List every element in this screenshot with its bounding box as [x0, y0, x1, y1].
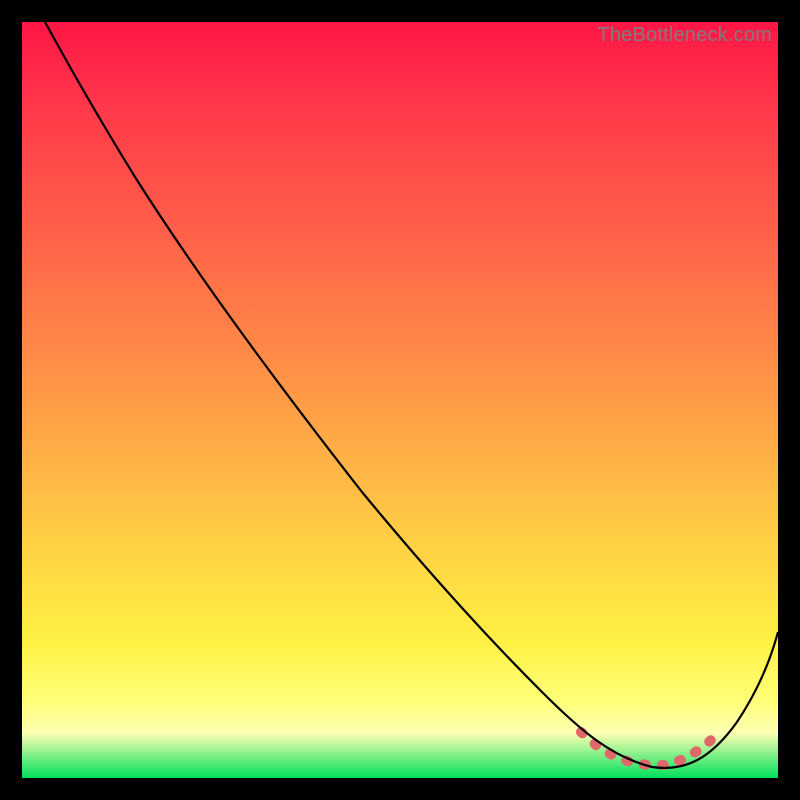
- chart-frame: TheBottleneck.com: [0, 0, 800, 800]
- main-curve: [45, 22, 778, 768]
- watermark-text: TheBottleneck.com: [597, 24, 772, 47]
- chart-svg: [22, 22, 778, 778]
- plot-area: TheBottleneck.com: [22, 22, 778, 778]
